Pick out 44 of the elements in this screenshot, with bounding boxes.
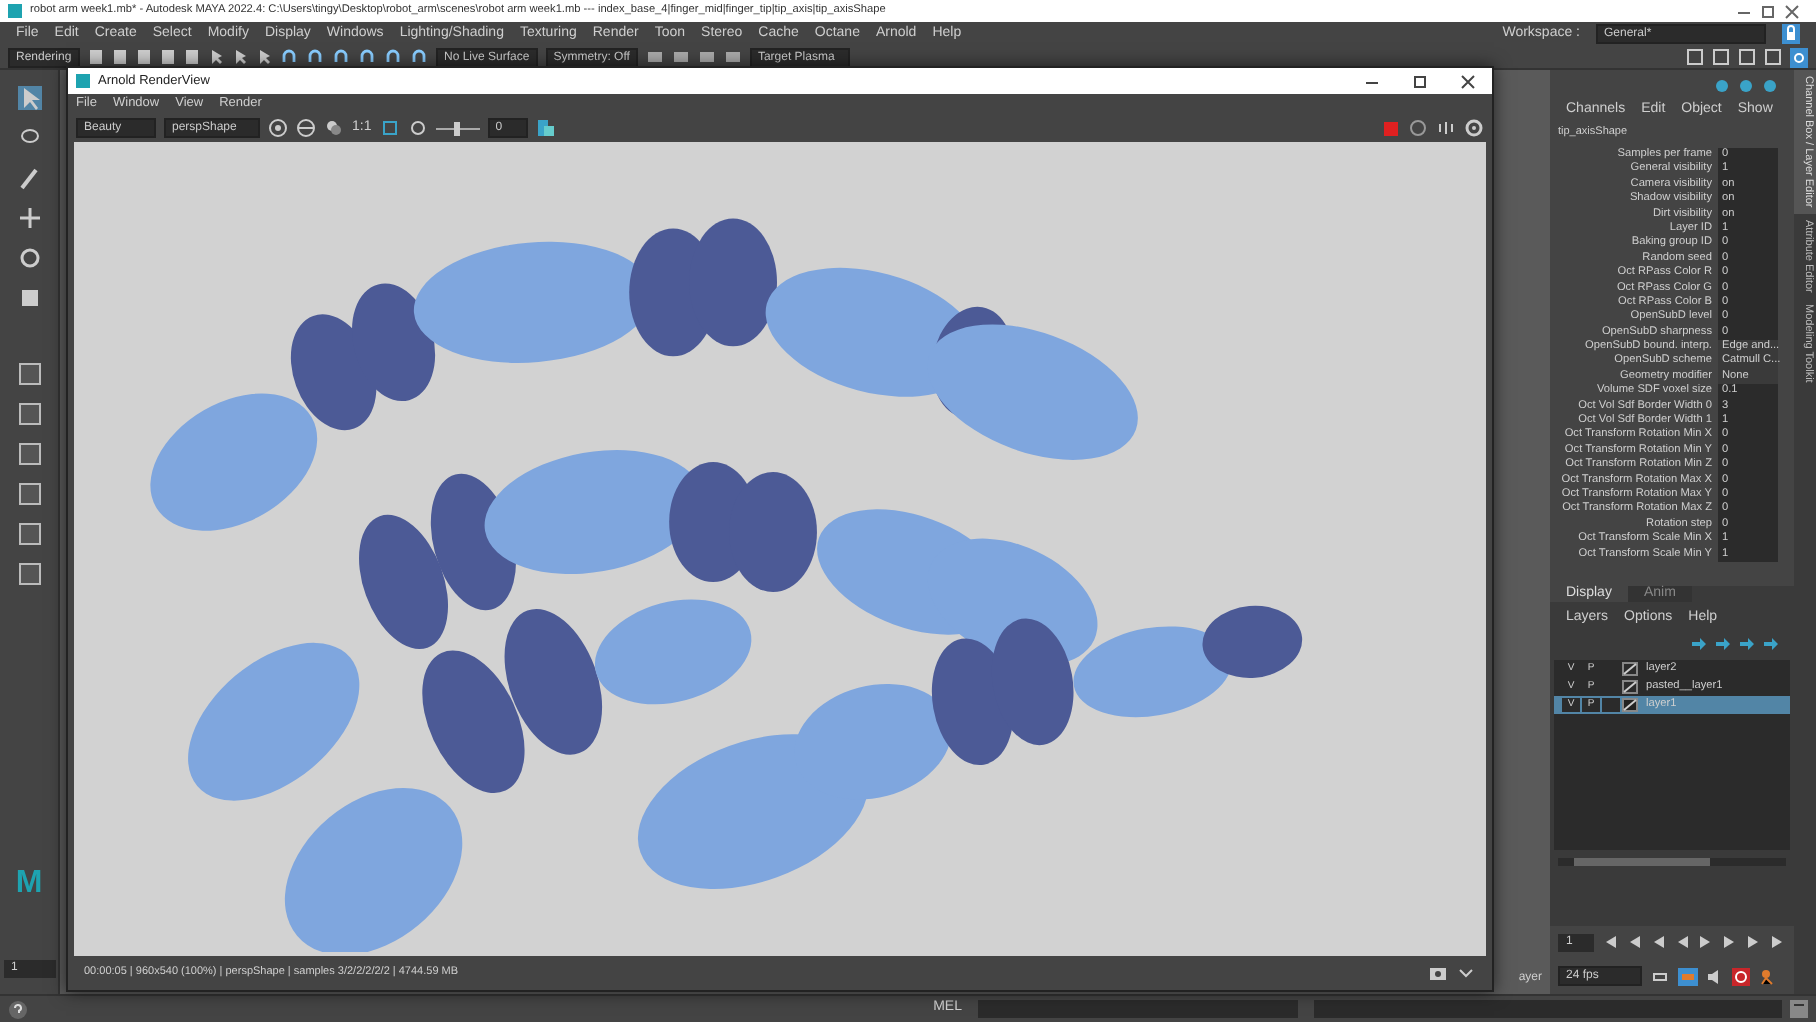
- target-icon[interactable]: [268, 118, 288, 138]
- paint-brush-icon[interactable]: [17, 166, 41, 190]
- next-key-icon[interactable]: [1722, 934, 1738, 950]
- autokey-icon[interactable]: [1732, 967, 1750, 985]
- scale-icon[interactable]: [17, 286, 41, 310]
- caret-icon[interactable]: [1456, 963, 1476, 983]
- speaker-icon[interactable]: [1706, 967, 1724, 985]
- move-icon[interactable]: [17, 206, 41, 230]
- channels-icon[interactable]: [324, 118, 344, 138]
- refresh-icon[interactable]: [1408, 118, 1428, 138]
- layer-color-icon[interactable]: [1622, 697, 1638, 712]
- step-back-icon[interactable]: [1626, 934, 1642, 950]
- step-forward-icon[interactable]: [1746, 934, 1762, 950]
- rotate-icon[interactable]: [17, 246, 41, 270]
- settings-icon[interactable]: [1790, 47, 1808, 67]
- settings-icon[interactable]: [1464, 118, 1484, 138]
- camera-icon[interactable]: [1428, 963, 1448, 983]
- slider-thumb[interactable]: [454, 121, 461, 135]
- prev-key-icon[interactable]: [1650, 934, 1666, 950]
- command-input-field[interactable]: [978, 1000, 1298, 1018]
- play-icon[interactable]: [1698, 934, 1714, 950]
- character-icon[interactable]: [1758, 967, 1776, 985]
- crop-icon[interactable]: [379, 118, 400, 138]
- play-back-icon[interactable]: [1674, 934, 1690, 950]
- skip-to-start-icon[interactable]: [1602, 934, 1618, 950]
- snapshot-icon[interactable]: [535, 118, 556, 138]
- maximize-icon[interactable]: [1760, 3, 1776, 19]
- maya-logo: M: [15, 868, 43, 900]
- script-editor-icon[interactable]: [1790, 1000, 1808, 1018]
- close-icon[interactable]: [1460, 73, 1476, 89]
- skip-to-end-icon[interactable]: [1770, 934, 1786, 950]
- layer-color-icon[interactable]: [1622, 679, 1638, 694]
- app-icon: [76, 74, 90, 88]
- scrollbar-thumb[interactable]: [1574, 857, 1711, 866]
- close-icon[interactable]: [1784, 3, 1800, 19]
- cache-icon[interactable]: [1678, 967, 1698, 985]
- help-icon[interactable]: [8, 999, 28, 1019]
- select-arrow-icon[interactable]: [17, 86, 41, 110]
- ipr-icon[interactable]: [1436, 118, 1456, 138]
- maximize-icon[interactable]: [1412, 73, 1428, 89]
- layer-color-icon[interactable]: [1622, 661, 1638, 676]
- app-icon: [8, 4, 22, 18]
- region-icon[interactable]: [296, 118, 316, 138]
- exposure-icon[interactable]: [407, 118, 428, 138]
